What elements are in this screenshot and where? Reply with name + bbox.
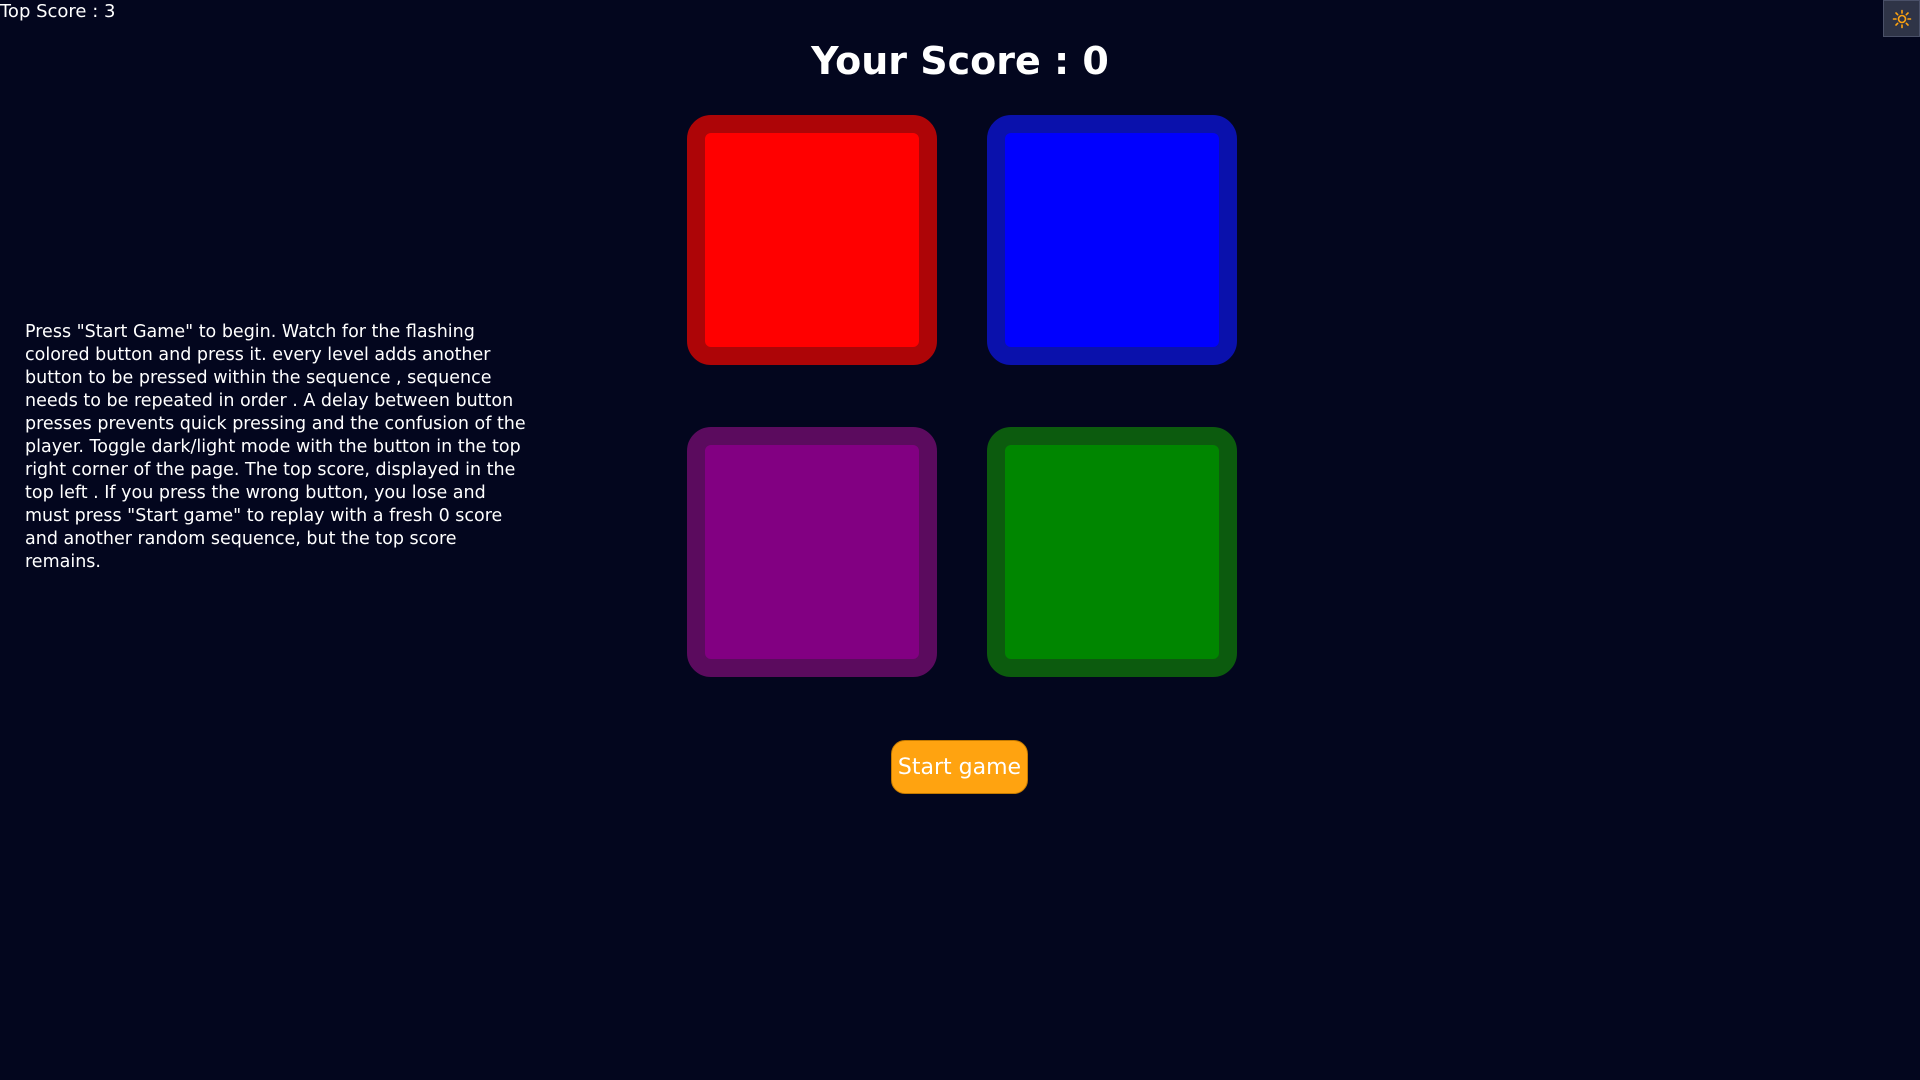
sun-icon	[1892, 9, 1911, 28]
red-pad-button[interactable]	[687, 115, 937, 365]
top-score: Top Score : 3	[0, 1, 116, 22]
green-pad-button[interactable]	[987, 427, 1237, 677]
blue-pad-button[interactable]	[987, 115, 1237, 365]
purple-pad-button[interactable]	[687, 427, 937, 677]
current-score: Your Score : 0	[811, 39, 1109, 83]
instructions-text: Press "Start Game" to begin. Watch for t…	[25, 322, 526, 572]
start-game-button[interactable]: Start game	[891, 740, 1028, 794]
theme-toggle-button[interactable]	[1883, 0, 1920, 37]
